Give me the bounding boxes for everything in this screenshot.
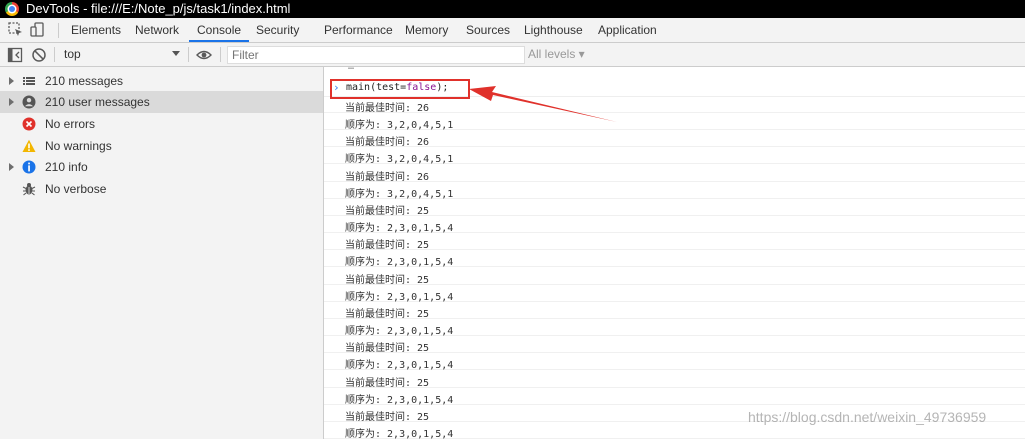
watermark: https://blog.csdn.net/weixin_49736959 — [748, 409, 987, 425]
annotation-arrow-icon — [469, 86, 617, 122]
